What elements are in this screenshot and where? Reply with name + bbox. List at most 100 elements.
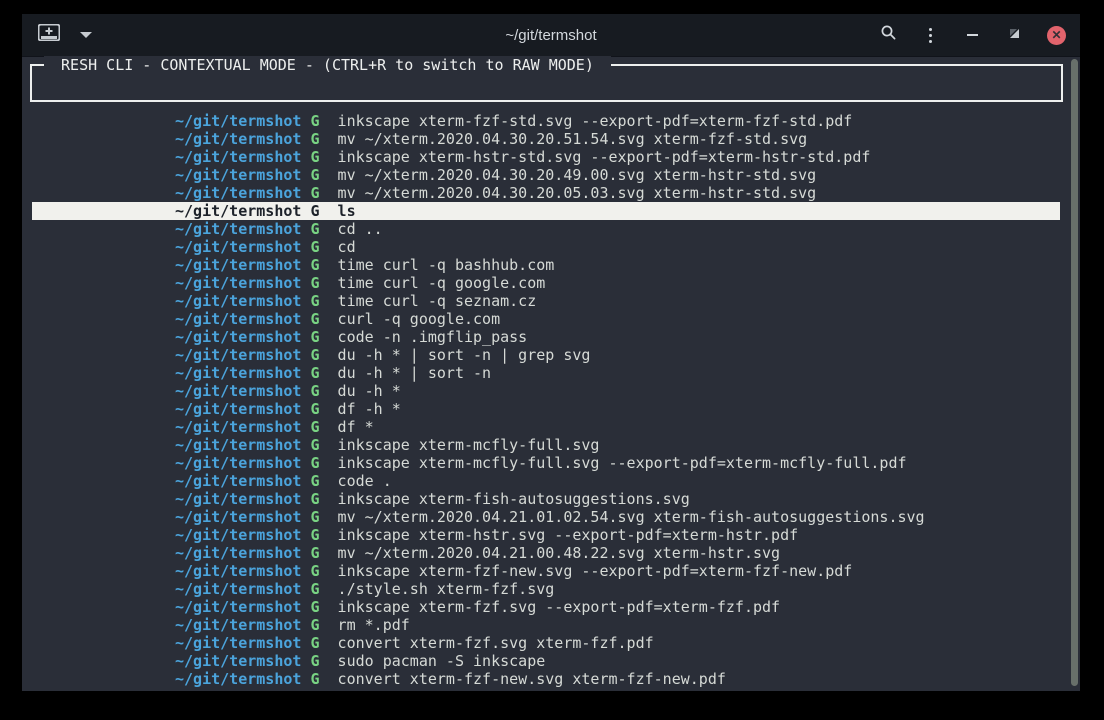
history-row[interactable]: ~/git/termshot G code -n .imgflip_pass [32,328,1060,346]
command-text: mv ~/xterm.2020.04.30.20.05.03.svg xterm… [320,184,817,202]
terminal-screen[interactable]: RESH CLI - CONTEXTUAL MODE - (CTRL+R to … [22,57,1080,691]
history-row[interactable]: ~/git/termshot G inkscape xterm-mcfly-fu… [32,436,1060,454]
chevron-down-icon [80,32,92,38]
prompt-path: ~/git/termshot [175,346,310,364]
scrollbar-thumb[interactable] [1071,59,1078,686]
git-branch-marker: G [310,238,319,256]
history-row[interactable]: ~/git/termshot G mv ~/xterm.2020.04.30.2… [32,130,1060,148]
prompt-path: ~/git/termshot [175,220,310,238]
prompt-path: ~/git/termshot [175,166,310,184]
history-row[interactable]: ~/git/termshot G cd [32,238,1060,256]
git-branch-marker: G [310,130,319,148]
prompt-path: ~/git/termshot [175,562,310,580]
history-row[interactable]: ~/git/termshot G du -h * | sort -n [32,364,1060,382]
prompt-path: ~/git/termshot [175,400,310,418]
prompt-path: ~/git/termshot [175,202,310,220]
history-row[interactable]: ~/git/termshot G curl -q google.com [32,310,1060,328]
menu-button[interactable] [921,26,939,44]
history-row[interactable]: ~/git/termshot G inkscape xterm-mcfly-fu… [32,454,1060,472]
history-row[interactable]: ~/git/termshot G mv ~/xterm.2020.04.21.0… [32,508,1060,526]
prompt-path: ~/git/termshot [175,580,310,598]
history-row[interactable]: ~/git/termshot G df -h * [32,400,1060,418]
command-text: ls [320,202,356,220]
prompt-path: ~/git/termshot [175,364,310,382]
command-text: convert xterm-fzf.svg xterm-fzf.pdf [320,634,654,652]
history-row[interactable]: ~/git/termshot G inkscape xterm-fzf-new.… [32,562,1060,580]
git-branch-marker: G [310,490,319,508]
history-row[interactable]: ~/git/termshot G mv ~/xterm.2020.04.21.0… [32,544,1060,562]
titlebar-right: ✕ [846,26,1066,45]
git-branch-marker: G [310,346,319,364]
history-row[interactable]: ~/git/termshot G ./style.sh xterm-fzf.sv… [32,580,1060,598]
command-text: rm *.pdf [320,616,410,634]
prompt-path: ~/git/termshot [175,130,310,148]
history-row[interactable]: ~/git/termshot G time curl -q seznam.cz [32,292,1060,310]
restore-icon [1009,26,1020,44]
new-terminal-icon [38,24,60,46]
history-row[interactable]: ~/git/termshot G du -h * | sort -n | gre… [32,346,1060,364]
history-row[interactable]: ~/git/termshot G du -h * [32,382,1060,400]
history-row[interactable]: ~/git/termshot G convert xterm-fzf-new.s… [32,670,1060,688]
command-text: time curl -q bashhub.com [320,256,555,274]
prompt-path: ~/git/termshot [175,652,310,670]
command-text: inkscape xterm-fish-autosuggestions.svg [320,490,690,508]
resh-search-box[interactable]: RESH CLI - CONTEXTUAL MODE - (CTRL+R to … [30,64,1063,102]
prompt-path: ~/git/termshot [175,184,310,202]
history-row[interactable]: ~/git/termshot G rm *.pdf [32,616,1060,634]
prompt-path: ~/git/termshot [175,490,310,508]
new-tab-dropdown[interactable] [72,23,98,47]
prompt-path: ~/git/termshot [175,328,310,346]
command-text: df * [320,418,374,436]
history-list: ~/git/termshot G inkscape xterm-fzf-std.… [32,112,1060,688]
command-text: inkscape xterm-hstr.svg --export-pdf=xte… [320,526,799,544]
command-text: convert xterm-fzf-new.svg xterm-fzf-new.… [320,670,726,688]
command-text: cd [320,238,356,256]
history-row[interactable]: ~/git/termshot G ls [32,202,1060,220]
new-tab-button[interactable] [36,23,62,47]
minimize-button[interactable] [963,26,981,44]
search-query-input[interactable] [38,74,1055,92]
history-row[interactable]: ~/git/termshot G mv ~/xterm.2020.04.30.2… [32,184,1060,202]
history-row[interactable]: ~/git/termshot G time curl -q google.com [32,274,1060,292]
command-text: du -h * [320,382,401,400]
prompt-path: ~/git/termshot [175,274,310,292]
resh-mode-header: RESH CLI - CONTEXTUAL MODE - (CTRL+R to … [44,56,611,74]
command-text: mv ~/xterm.2020.04.30.20.51.54.svg xterm… [320,130,808,148]
command-text: time curl -q seznam.cz [320,292,537,310]
history-row[interactable]: ~/git/termshot G time curl -q bashhub.co… [32,256,1060,274]
search-icon [880,24,897,46]
history-row[interactable]: ~/git/termshot G inkscape xterm-fzf-std.… [32,112,1060,130]
git-branch-marker: G [310,292,319,310]
prompt-path: ~/git/termshot [175,256,310,274]
close-button[interactable]: ✕ [1047,26,1066,45]
history-row[interactable]: ~/git/termshot G cd .. [32,220,1060,238]
kebab-menu-icon [929,28,932,43]
history-row[interactable]: ~/git/termshot G sudo pacman -S inkscape [32,652,1060,670]
history-row[interactable]: ~/git/termshot G inkscape xterm-hstr-std… [32,148,1060,166]
command-text: time curl -q google.com [320,274,546,292]
history-row[interactable]: ~/git/termshot G mv ~/xterm.2020.04.30.2… [32,166,1060,184]
search-button[interactable] [879,26,897,44]
git-branch-marker: G [310,508,319,526]
git-branch-marker: G [310,382,319,400]
git-branch-marker: G [310,526,319,544]
command-text: cd .. [320,220,383,238]
git-branch-marker: G [310,454,319,472]
prompt-path: ~/git/termshot [175,598,310,616]
prompt-path: ~/git/termshot [175,436,310,454]
restore-button[interactable] [1005,26,1023,44]
git-branch-marker: G [310,472,319,490]
history-row[interactable]: ~/git/termshot G inkscape xterm-fish-aut… [32,490,1060,508]
history-row[interactable]: ~/git/termshot G code . [32,472,1060,490]
prompt-path: ~/git/termshot [175,526,310,544]
git-branch-marker: G [310,166,319,184]
command-text: sudo pacman -S inkscape [320,652,546,670]
history-row[interactable]: ~/git/termshot G inkscape xterm-hstr.svg… [32,526,1060,544]
git-branch-marker: G [310,364,319,382]
history-row[interactable]: ~/git/termshot G inkscape xterm-fzf.svg … [32,598,1060,616]
git-branch-marker: G [310,148,319,166]
history-row[interactable]: ~/git/termshot G convert xterm-fzf.svg x… [32,634,1060,652]
git-branch-marker: G [310,310,319,328]
history-row[interactable]: ~/git/termshot G df * [32,418,1060,436]
command-text: inkscape xterm-mcfly-full.svg --export-p… [320,454,907,472]
